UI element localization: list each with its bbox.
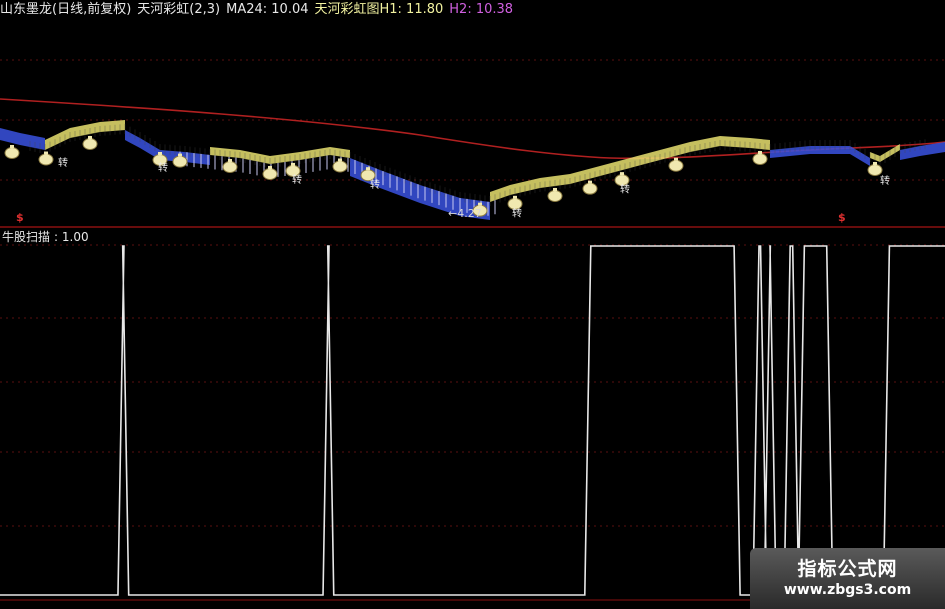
coin-bag-neck <box>10 145 14 148</box>
coin-bag-neck <box>291 162 295 166</box>
coin-bag-neck <box>478 202 482 206</box>
turn-signal-label: 转 <box>620 183 630 196</box>
dollar-marker-icon: $ <box>16 211 24 224</box>
coin-bag-body <box>668 159 684 172</box>
coin-bag-body <box>867 164 883 176</box>
coin-bag-neck <box>44 151 48 155</box>
turn-signal-label: 转 <box>58 156 68 169</box>
dollar-marker-icon: $ <box>838 211 846 224</box>
coin-bag-icon <box>668 157 684 172</box>
coin-bag-neck <box>513 195 517 199</box>
turn-signal-label: 转 <box>880 174 890 187</box>
coin-bag-body <box>222 161 238 173</box>
coin-bag-neck <box>758 151 762 154</box>
coin-bag-icon <box>4 145 20 159</box>
coin-bag-body <box>582 182 598 195</box>
scan-indicator-name: 牛股扫描 <box>2 230 51 244</box>
turn-signal-label: 转 <box>370 178 380 191</box>
coin-bag-neck <box>178 153 182 157</box>
scan-panel <box>0 244 945 601</box>
coin-bag-neck <box>620 172 624 176</box>
scan-signal-line <box>0 245 945 596</box>
coin-bag-body <box>547 190 563 202</box>
coin-bag-neck <box>674 157 678 161</box>
watermark-url: www.zbgs3.com <box>783 582 912 598</box>
price-panel: 转转转 转转转转←4.27$ $ <box>0 59 945 228</box>
rainbow-band-down <box>125 130 210 165</box>
coin-bag-neck <box>873 162 877 165</box>
watermark-title: 指标公式网 <box>797 558 898 580</box>
coin-bag-neck <box>366 167 370 171</box>
turn-signal-label: 转 <box>158 161 168 174</box>
coin-bag-neck <box>228 159 232 162</box>
coin-bag-icon <box>614 172 630 187</box>
coin-bag-body <box>262 168 278 180</box>
low-price-label: ←4.27 <box>448 207 482 220</box>
coin-bag-body <box>4 147 20 159</box>
coin-bag-body <box>82 138 98 150</box>
coin-bag-body <box>172 155 188 168</box>
coin-bag-neck <box>158 152 162 155</box>
scan-indicator-label: 牛股扫描: 1.00 <box>2 229 93 245</box>
rainbow-band-down <box>0 128 45 150</box>
coin-bag-icon <box>262 166 278 180</box>
turn-signal-label: 转 <box>292 173 302 186</box>
coin-bag-body <box>752 153 768 165</box>
coin-bag-body <box>38 153 54 166</box>
chart-canvas[interactable]: 转转转 转转转转←4.27$ $ <box>0 0 945 609</box>
scan-indicator-value: : 1.00 <box>54 230 89 244</box>
chart-window: 山东墨龙(日线,前复权) 天河彩虹(2,3) MA24: 10.04 天河彩虹图H1:… <box>0 0 945 609</box>
coin-bag-neck <box>588 180 592 184</box>
coin-bag-neck <box>268 166 272 169</box>
watermark-badge: 指标公式网 www.zbgs3.com <box>750 548 945 609</box>
coin-bag-neck <box>88 136 92 139</box>
coin-bag-icon <box>38 151 54 166</box>
coin-bag-neck <box>338 158 342 162</box>
coin-bag-body <box>332 160 348 173</box>
turn-signal-label: 转 <box>512 207 522 220</box>
coin-bag-neck <box>553 188 557 191</box>
